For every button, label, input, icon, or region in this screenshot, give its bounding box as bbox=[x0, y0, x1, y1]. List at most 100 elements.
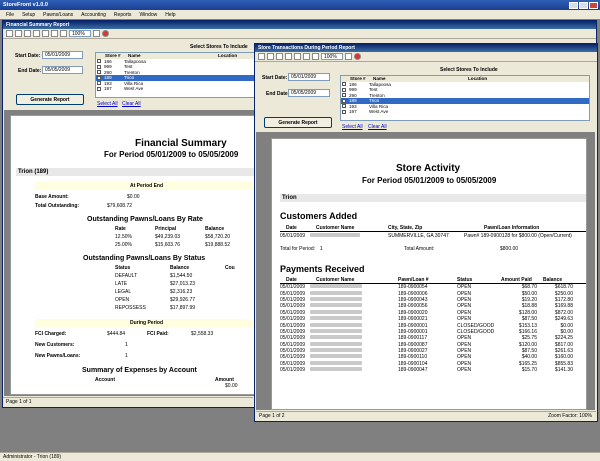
last-page-icon[interactable] bbox=[285, 53, 292, 60]
refresh-icon[interactable] bbox=[345, 53, 352, 60]
store-status-bar: Page 1 of 2 Zoom Factor: 100% bbox=[256, 411, 596, 420]
redacted-name bbox=[310, 290, 362, 295]
table-row: 05/01/2009 189-0900006 OPEN $50.00 $250.00 bbox=[280, 290, 573, 297]
financial-start-date[interactable]: 05/01/2009 bbox=[42, 51, 83, 59]
table-row: 05/01/2009 189-0900001 CLOSED/GOOD $166.16 $… bbox=[280, 328, 573, 335]
financial-select-all-link[interactable]: Select All bbox=[97, 101, 118, 107]
during-period-header: During Period bbox=[35, 319, 258, 327]
first-page-icon[interactable] bbox=[6, 30, 13, 37]
search-icon[interactable] bbox=[312, 53, 319, 60]
menu-help[interactable]: Help bbox=[165, 12, 175, 18]
table-row: 05/01/2009 189-0900047 OPEN $15.70 $141.30 bbox=[280, 367, 573, 374]
menu-window[interactable]: Window bbox=[139, 12, 157, 18]
payments-received-title: Payments Received bbox=[280, 264, 365, 274]
store-window-title: Store Transactions During Period Report bbox=[258, 45, 355, 51]
table-row: 05/01/2009 189-0900104 OPEN $165.25 $855.83 bbox=[280, 360, 573, 367]
table-row: 05/01/2009 189-0900054 OPEN $68.70 $618.70 bbox=[280, 284, 573, 291]
redacted-name bbox=[310, 309, 362, 314]
redacted-name bbox=[310, 233, 360, 237]
financial-page-indicator: Page 1 of 1 bbox=[6, 399, 32, 405]
list-item[interactable]: 197 West Ave bbox=[341, 109, 589, 115]
redacted-name bbox=[310, 322, 362, 327]
store-toolbar: 100% bbox=[255, 52, 597, 62]
print-icon[interactable] bbox=[294, 53, 301, 60]
report-period: For Period 05/01/2009 to 05/05/2009 bbox=[362, 176, 497, 185]
store-start-label: Start Date: bbox=[262, 75, 288, 81]
report-store: Trion (189) bbox=[16, 168, 258, 176]
table-row: OPEN $29,926.77 bbox=[115, 297, 196, 303]
table-row: 05/01/2009 189-0900117 OPEN $25.75 $224.25 bbox=[280, 335, 573, 342]
store-generate-button[interactable]: Generate Report bbox=[264, 117, 332, 128]
stop-icon[interactable] bbox=[102, 30, 109, 37]
financial-generate-button[interactable]: Generate Report bbox=[16, 94, 84, 105]
table-row: 05/01/2009 189-0900020 OPEN $128.00 $872.00 bbox=[280, 309, 573, 316]
next-page-icon[interactable] bbox=[24, 30, 31, 37]
redacted-name bbox=[310, 296, 362, 301]
table-row: 05/01/2009 189-0900056 OPEN $18.88 $169.88 bbox=[280, 303, 573, 310]
list-item[interactable]: 197 West Ave bbox=[96, 86, 254, 92]
minimize-icon[interactable] bbox=[569, 1, 578, 9]
financial-window-title-bar[interactable]: Financial Summary Report bbox=[3, 21, 596, 29]
redacted-name bbox=[310, 284, 362, 289]
redacted-name bbox=[310, 316, 362, 321]
expenses-title: Summary of Expenses by Account bbox=[82, 367, 197, 374]
first-page-icon[interactable] bbox=[258, 53, 265, 60]
store-window-title-bar[interactable]: Store Transactions During Period Report bbox=[255, 44, 597, 52]
financial-end-label: End Date: bbox=[18, 68, 42, 74]
redacted-name bbox=[310, 303, 362, 308]
prev-page-icon[interactable] bbox=[15, 30, 22, 37]
store-store-list: Store # Name Location 186 Tallapoosa 999 Tes… bbox=[340, 75, 590, 121]
store-clear-all-link[interactable]: Clear All bbox=[368, 124, 387, 130]
search-icon[interactable] bbox=[60, 30, 67, 37]
refresh-icon[interactable] bbox=[93, 30, 100, 37]
menu-bar: File Setup Pawns/Loans Accounting Report… bbox=[0, 10, 600, 19]
store-start-date[interactable]: 05/01/2009 bbox=[288, 73, 330, 81]
store-page-indicator: Page 1 of 2 bbox=[259, 413, 285, 419]
by-rate-title: Outstanding Pawns/Loans By Rate bbox=[87, 216, 203, 223]
by-status-title: Outstanding Pawns/Loans By Status bbox=[83, 255, 206, 262]
zoom-select[interactable]: 100% bbox=[321, 53, 343, 60]
table-row: 25.00% $15,603.76 $19,888.52 bbox=[115, 242, 231, 248]
menu-accounting[interactable]: Accounting bbox=[81, 12, 106, 18]
stop-icon[interactable] bbox=[354, 53, 361, 60]
financial-start-label: Start Date: bbox=[15, 53, 41, 59]
store-list-header: Store # Name Location bbox=[96, 53, 254, 59]
table-row: 05/01/2009 189-0900110 OPEN $40.00 $160.00 bbox=[280, 354, 573, 361]
financial-status-bar: Page 1 of 1 bbox=[3, 397, 253, 406]
report-store: Trion bbox=[280, 194, 586, 202]
store-zoom-indicator: Zoom Factor: 100% bbox=[548, 413, 592, 419]
last-page-icon[interactable] bbox=[33, 30, 40, 37]
at-period-end-header: At Period End bbox=[35, 182, 258, 190]
table-row: LEGAL $2,316.23 bbox=[115, 289, 193, 295]
close-icon[interactable] bbox=[589, 1, 598, 9]
menu-setup[interactable]: Setup bbox=[22, 12, 35, 18]
table-row: REPOSSESS $17,897.99 bbox=[115, 305, 196, 311]
store-end-date[interactable]: 05/05/2009 bbox=[288, 89, 330, 97]
menu-file[interactable]: File bbox=[6, 12, 14, 18]
customers-added-title: Customers Added bbox=[280, 211, 358, 221]
redacted-name bbox=[310, 335, 362, 340]
print-icon[interactable] bbox=[42, 30, 49, 37]
store-end-label: End Date: bbox=[266, 91, 290, 97]
export-icon[interactable] bbox=[51, 30, 58, 37]
export-icon[interactable] bbox=[303, 53, 310, 60]
zoom-select[interactable]: 100% bbox=[69, 30, 91, 37]
menu-reports[interactable]: Reports bbox=[114, 12, 132, 18]
app-title-bar[interactable]: StoreFront v1.0.0 bbox=[0, 0, 600, 10]
redacted-name bbox=[310, 348, 362, 353]
table-row: 05/01/2009 SUMMERVILLE, GA 30747 Pawn# 189… bbox=[280, 233, 572, 239]
app-title: StoreFront v1.0.0 bbox=[3, 2, 48, 8]
redacted-name bbox=[310, 360, 362, 365]
next-page-icon[interactable] bbox=[276, 53, 283, 60]
maximize-icon[interactable] bbox=[579, 1, 588, 9]
table-row: DEFAULT $1,544.50 bbox=[115, 273, 193, 279]
financial-store-list: Store # Name Location 186 Tallapoosa 999 Tes… bbox=[95, 52, 255, 98]
financial-end-date[interactable]: 05/05/2009 bbox=[42, 66, 83, 74]
menu-pawns-loans[interactable]: Pawns/Loans bbox=[43, 12, 73, 18]
store-select-all-link[interactable]: Select All bbox=[342, 124, 363, 130]
report-title: Store Activity bbox=[396, 163, 461, 174]
financial-toolbar: 100% bbox=[3, 29, 596, 39]
prev-page-icon[interactable] bbox=[267, 53, 274, 60]
financial-clear-all-link[interactable]: Clear All bbox=[122, 101, 141, 107]
store-stores-header: Select Stores To Include bbox=[440, 67, 498, 73]
